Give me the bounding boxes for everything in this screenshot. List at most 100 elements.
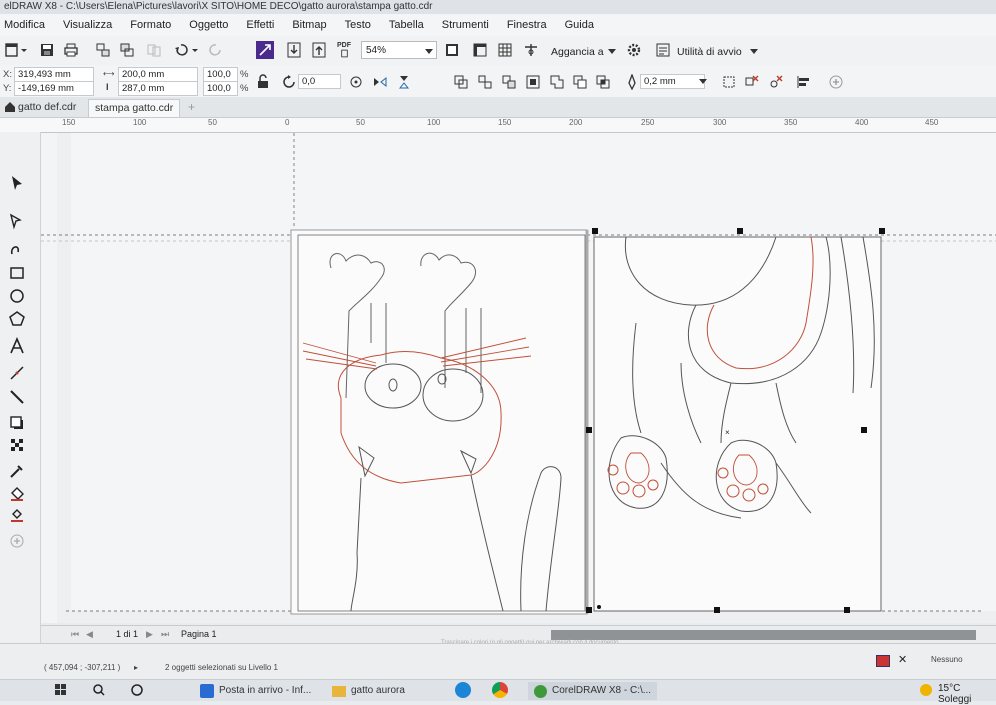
last-page-icon[interactable]: ⏭ bbox=[161, 629, 169, 640]
undo-icon[interactable] bbox=[172, 41, 190, 59]
pick-tool-icon[interactable] bbox=[6, 172, 28, 194]
menu-effetti[interactable]: Effetti bbox=[237, 19, 283, 31]
height-field[interactable]: 287,0 mm bbox=[118, 81, 198, 96]
rectangle-tool-icon[interactable] bbox=[6, 262, 28, 284]
task-view-icon[interactable] bbox=[130, 683, 144, 700]
combine-icon[interactable] bbox=[525, 74, 541, 90]
interactive-fill-tool-icon[interactable] bbox=[6, 482, 28, 504]
trim-icon[interactable] bbox=[572, 74, 588, 90]
import-icon[interactable] bbox=[94, 41, 112, 59]
scale-y-field[interactable]: 100,0 bbox=[203, 81, 238, 96]
options-gear-icon[interactable] bbox=[625, 41, 643, 59]
parallel-dimension-tool-icon[interactable] bbox=[6, 362, 28, 384]
edge-browser-icon[interactable] bbox=[455, 682, 471, 698]
menu-strumenti[interactable]: Strumenti bbox=[433, 19, 498, 31]
menu-visualizza[interactable]: Visualizza bbox=[54, 19, 121, 31]
cat-back-panel[interactable]: × bbox=[585, 230, 882, 614]
first-page-icon[interactable]: ⏮ bbox=[71, 629, 79, 640]
clear-effects-icon[interactable] bbox=[768, 74, 784, 90]
tab-stampa-gatto[interactable]: stampa gatto.cdr bbox=[88, 99, 181, 117]
horizontal-ruler[interactable]: 150 100 50 0 50 100 150 200 250 300 350 … bbox=[0, 118, 996, 133]
smart-fill-tool-icon[interactable] bbox=[6, 504, 28, 526]
scale-x-field[interactable]: 100,0 bbox=[203, 67, 238, 82]
ungroup-icon[interactable] bbox=[477, 74, 493, 90]
menu-modifica[interactable]: Modifica bbox=[0, 19, 54, 31]
connector-tool-icon[interactable] bbox=[6, 386, 28, 408]
export-arrow-icon[interactable] bbox=[310, 41, 328, 59]
tab-gatto-def[interactable]: gatto def.cdr bbox=[12, 99, 82, 116]
taskbar-mail[interactable]: Posta in arrivo - Inf... bbox=[200, 682, 311, 700]
document-tabs: gatto def.cdr stampa gatto.cdr + bbox=[0, 97, 996, 118]
mirror-horizontal-icon[interactable] bbox=[372, 74, 388, 90]
copy-icon[interactable] bbox=[145, 41, 163, 59]
import-arrow-icon[interactable] bbox=[285, 41, 303, 59]
quick-customize-add-icon[interactable] bbox=[828, 74, 844, 90]
menu-guida[interactable]: Guida bbox=[556, 19, 603, 31]
x-position-field[interactable]: 319,493 mm bbox=[14, 67, 94, 82]
polygon-tool-icon[interactable] bbox=[6, 308, 28, 330]
break-apart-icon[interactable] bbox=[744, 74, 760, 90]
undo-dropdown-chevron-down-icon[interactable] bbox=[190, 41, 200, 59]
next-page-icon[interactable]: ▶ bbox=[146, 629, 153, 640]
horizontal-scrollbar[interactable] bbox=[551, 630, 976, 640]
save-icon[interactable] bbox=[38, 41, 56, 59]
eyedropper-tool-icon[interactable] bbox=[6, 460, 28, 482]
new-tab-add-icon[interactable]: + bbox=[188, 101, 195, 113]
windows-start-icon[interactable] bbox=[55, 684, 67, 699]
y-position-field[interactable]: -149,169 mm bbox=[14, 81, 94, 96]
customize-add-icon[interactable] bbox=[6, 530, 28, 552]
chrome-browser-icon[interactable] bbox=[492, 682, 508, 698]
text-tool-icon[interactable] bbox=[6, 335, 28, 357]
menu-oggetto[interactable]: Oggetto bbox=[180, 19, 237, 31]
drop-shadow-tool-icon[interactable] bbox=[6, 412, 28, 434]
shape-tool-icon[interactable] bbox=[6, 210, 28, 232]
previous-page-icon[interactable]: ◀ bbox=[86, 629, 93, 640]
launcher-select[interactable]: Utilità di avvio bbox=[677, 46, 761, 58]
width-field[interactable]: 200,0 mm bbox=[118, 67, 198, 82]
ellipse-tool-icon[interactable] bbox=[6, 285, 28, 307]
vertical-ruler[interactable] bbox=[41, 133, 57, 623]
full-screen-preview-icon[interactable] bbox=[443, 41, 461, 59]
weld-icon[interactable] bbox=[549, 74, 565, 90]
no-outline-x-icon[interactable]: ✕ bbox=[898, 653, 907, 666]
show-guidelines-icon[interactable] bbox=[522, 41, 540, 59]
zoom-level-select[interactable]: 54% bbox=[361, 41, 437, 59]
align-distribute-icon[interactable] bbox=[796, 74, 812, 90]
freehand-tool-icon[interactable] bbox=[6, 238, 28, 260]
transparency-tool-icon[interactable] bbox=[6, 434, 28, 456]
outline-width-select[interactable]: 0,2 mm bbox=[640, 74, 705, 89]
property-bar: X: 319,493 mm Y: -149,169 mm ⟷ 200,0 mm … bbox=[0, 65, 996, 98]
ungroup-all-icon[interactable] bbox=[501, 74, 517, 90]
show-grid-icon[interactable] bbox=[496, 41, 514, 59]
launcher-icon[interactable] bbox=[654, 41, 672, 59]
taskbar-folder[interactable]: gatto aurora bbox=[332, 682, 405, 700]
page-tab-1[interactable]: Pagina 1 bbox=[181, 629, 217, 639]
search-icon[interactable] bbox=[92, 683, 106, 700]
publish-pdf-icon[interactable]: PDF bbox=[333, 41, 355, 59]
convert-to-curves-icon[interactable] bbox=[721, 74, 737, 90]
redo-icon[interactable] bbox=[207, 41, 225, 59]
fill-color-swatch-icon[interactable] bbox=[876, 655, 890, 667]
menu-testo[interactable]: Testo bbox=[336, 19, 380, 31]
outline-width-chevron-down-icon[interactable] bbox=[699, 79, 707, 84]
rotation-center-icon[interactable] bbox=[348, 74, 364, 90]
intersect-icon[interactable] bbox=[595, 74, 611, 90]
snap-to-select[interactable]: Aggancia a bbox=[551, 46, 617, 58]
mirror-vertical-icon[interactable] bbox=[396, 74, 412, 90]
menu-finestra[interactable]: Finestra bbox=[498, 19, 556, 31]
group-icon[interactable] bbox=[453, 74, 469, 90]
cat-front-panel[interactable] bbox=[290, 229, 588, 615]
menu-tabella[interactable]: Tabella bbox=[380, 19, 433, 31]
show-rulers-icon[interactable] bbox=[471, 41, 489, 59]
menu-bitmap[interactable]: Bitmap bbox=[283, 19, 335, 31]
new-dropdown-chevron-down-icon[interactable] bbox=[19, 41, 29, 59]
weather-label: 15°C Soleggi bbox=[938, 683, 972, 705]
corel-connect-icon[interactable] bbox=[256, 41, 274, 59]
taskbar-coreldraw[interactable]: CorelDRAW X8 - C:\... bbox=[528, 682, 658, 700]
menu-formato[interactable]: Formato bbox=[121, 19, 180, 31]
drawing-canvas[interactable]: × bbox=[41, 133, 996, 623]
export-icon[interactable] bbox=[118, 41, 136, 59]
rotation-field[interactable]: 0,0 bbox=[298, 74, 341, 89]
lock-ratio-icon[interactable] bbox=[255, 74, 271, 90]
print-icon[interactable] bbox=[62, 41, 80, 59]
